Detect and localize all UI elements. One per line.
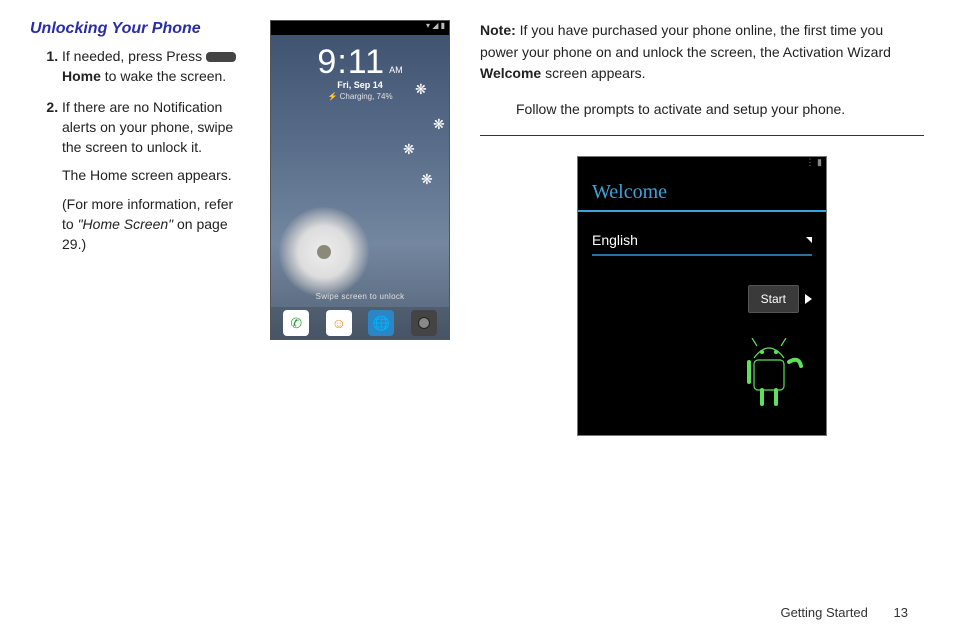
welcome-title: Welcome: [578, 173, 826, 212]
unlock-hint: Swipe screen to unlock: [271, 292, 449, 301]
android-logo-icon: [734, 338, 804, 421]
charging-text: Charging, 74%: [340, 92, 393, 101]
camera-icon: [411, 310, 437, 336]
start-arrow-icon: [805, 294, 812, 304]
step1-home-label: Home: [62, 68, 101, 84]
language-selector[interactable]: English: [592, 226, 812, 256]
footer-page-number: 13: [894, 605, 908, 620]
note-block: Note: If you have purchased your phone o…: [480, 20, 924, 121]
step2-sub1: The Home screen appears.: [62, 165, 240, 185]
lock-ampm: AM: [389, 65, 403, 75]
lock-time: 9:11: [317, 43, 385, 82]
note-follow: Follow the prompts to activate and setup…: [516, 99, 924, 121]
note-text-1: If you have purchased your phone online,…: [480, 22, 891, 60]
status-bar: ▾ ◢ ▮: [271, 21, 449, 35]
section-divider: [480, 135, 924, 136]
seed-icon: ❋: [403, 141, 409, 147]
note-welcome-bold: Welcome: [480, 65, 541, 81]
welcome-status-bar: ⋮ ▮: [578, 157, 826, 173]
start-button[interactable]: Start: [748, 285, 799, 313]
step-list: If needed, press Press Home to wake the …: [30, 46, 240, 255]
lock-charging: ⚡ Charging, 74%: [271, 92, 449, 101]
welcome-screen-figure: ⋮ ▮ Welcome English Start: [577, 156, 827, 436]
seed-icon: ❋: [433, 116, 439, 122]
step-2: If there are no Notification alerts on y…: [62, 97, 240, 255]
start-row: Start: [748, 285, 812, 313]
page-footer: Getting Started 13: [780, 605, 908, 620]
phone-icon: ✆: [283, 310, 309, 336]
browser-icon: 🌐: [368, 310, 394, 336]
charging-icon: ⚡: [327, 92, 337, 101]
note-label: Note:: [480, 22, 516, 38]
dandelion-core: [317, 245, 331, 259]
seed-icon: ❋: [421, 171, 427, 177]
step2-sub2: (For more information, refer to "Home Sc…: [62, 194, 240, 255]
lockscreen-figure: ▾ ◢ ▮ 9:11 AM Fri, Sep 14 ⚡ Charging, 74…: [270, 20, 450, 340]
home-screen-ref: "Home Screen": [78, 216, 174, 232]
footer-section: Getting Started: [780, 605, 867, 620]
language-value: English: [592, 232, 638, 248]
step-1: If needed, press Press Home to wake the …: [62, 46, 240, 87]
step1-text-pre: If needed, press Press: [62, 48, 206, 64]
home-key-icon: [206, 52, 236, 62]
step2-main: If there are no Notification alerts on y…: [62, 99, 233, 156]
step1-text-post: to wake the screen.: [101, 68, 226, 84]
dropdown-triangle-icon: [806, 237, 812, 243]
section-heading: Unlocking Your Phone: [30, 20, 240, 38]
lock-dock: ✆ ☺ 🌐: [271, 307, 449, 339]
chat-icon: ☺: [326, 310, 352, 336]
lock-date: Fri, Sep 14: [271, 80, 449, 90]
note-text-1-end: screen appears.: [541, 65, 645, 81]
